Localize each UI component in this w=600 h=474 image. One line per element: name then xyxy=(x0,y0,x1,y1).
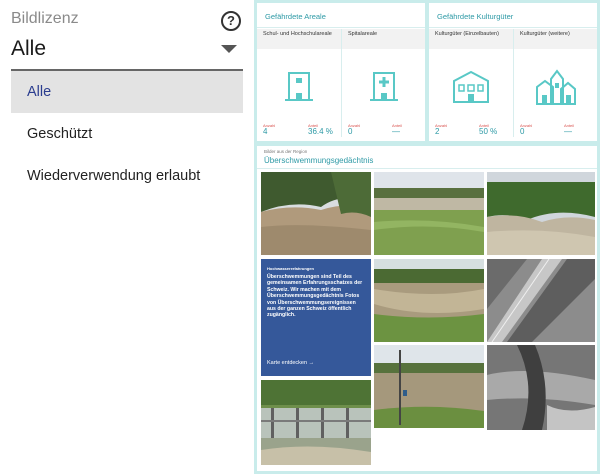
flooded-fence-photo[interactable] xyxy=(374,345,484,428)
cell-title: Kulturgüter (Einzelbauten) xyxy=(435,31,499,37)
flooded-field-photo[interactable] xyxy=(374,172,484,255)
count-value: 0 xyxy=(520,127,525,136)
cell-kulturgueter-einzelbauten[interactable]: Kulturgüter (Einzelbauten) Anzahl 2 Ante… xyxy=(429,29,513,141)
share-value: — xyxy=(392,127,400,136)
cell-schulareale[interactable]: Schul- und Hochschulareale Anzahl 4 Ante… xyxy=(257,29,341,141)
card-title: Gefährdete Areale xyxy=(265,12,326,21)
cell-title: Spitalareale xyxy=(348,31,378,37)
count-value: 2 xyxy=(435,127,440,136)
flooded-meadow-photo[interactable] xyxy=(374,259,484,342)
share-value: — xyxy=(564,127,572,136)
count-value: 4 xyxy=(263,127,268,136)
card-title: Gefährdete Kulturgüter xyxy=(437,12,514,21)
heritage-building-icon xyxy=(453,70,489,103)
flood-memory-promo: Hochwassererfahrungen Überschwemmungen s… xyxy=(261,259,371,376)
weir-photo[interactable] xyxy=(261,380,371,465)
share-value: 50 % xyxy=(479,127,498,136)
cell-kulturgueter-weitere[interactable]: Kulturgüter (weitere) Anzahl 0 Anteil — xyxy=(514,29,597,141)
cell-title: Kulturgüter (weitere) xyxy=(520,31,570,37)
flood-memory-gallery: Bilder aus der Region Überschwemmungsged… xyxy=(257,146,597,471)
heritage-town-icon xyxy=(535,69,576,105)
promo-text: Überschwemmungen sind Teil des gemeinsam… xyxy=(267,274,363,319)
share-value: 36.4 % xyxy=(308,127,333,136)
hospital-building-icon xyxy=(369,72,398,101)
promo-kicker: Hochwassererfahrungen xyxy=(267,266,314,271)
flooded-riverbank-photo[interactable] xyxy=(487,172,595,255)
gallery-title: Überschwemmungsgedächtnis xyxy=(264,156,374,165)
chevron-down-icon[interactable] xyxy=(221,45,237,53)
filter-label: Bildlizenz xyxy=(11,10,79,27)
aerial-flood-photo[interactable] xyxy=(487,259,595,342)
option-geschuetzt[interactable]: Geschützt xyxy=(11,113,243,155)
option-wiederverwendung[interactable]: Wiederverwendung erlaubt xyxy=(11,155,243,197)
option-alle[interactable]: Alle xyxy=(11,71,243,113)
school-building-icon xyxy=(285,72,313,101)
aerial-flood-photo-2[interactable] xyxy=(487,345,595,430)
cell-spitalareale[interactable]: Spitalareale Anzahl 0 Anteil — xyxy=(342,29,425,141)
license-select[interactable]: Alle xyxy=(11,37,46,61)
dashboard-panel: Gefährdete Areale Schul- und Hochschular… xyxy=(254,0,600,474)
card-gefaehrdete-areale: Gefährdete Areale Schul- und Hochschular… xyxy=(257,3,425,141)
count-value: 0 xyxy=(348,127,353,136)
help-icon[interactable]: ? xyxy=(221,11,241,31)
license-filter-panel: Bildlizenz ? Alle Alle Geschützt Wiederv… xyxy=(0,0,254,474)
gallery-subtitle: Bilder aus der Region xyxy=(264,149,308,154)
flooded-river-photo[interactable] xyxy=(261,172,371,255)
cell-title: Schul- und Hochschulareale xyxy=(263,31,332,37)
explore-map-link[interactable]: Karte entdecken → xyxy=(267,360,314,366)
card-gefaehrdete-kulturgueter: Gefährdete Kulturgüter Kulturgüter (Einz… xyxy=(429,3,597,141)
